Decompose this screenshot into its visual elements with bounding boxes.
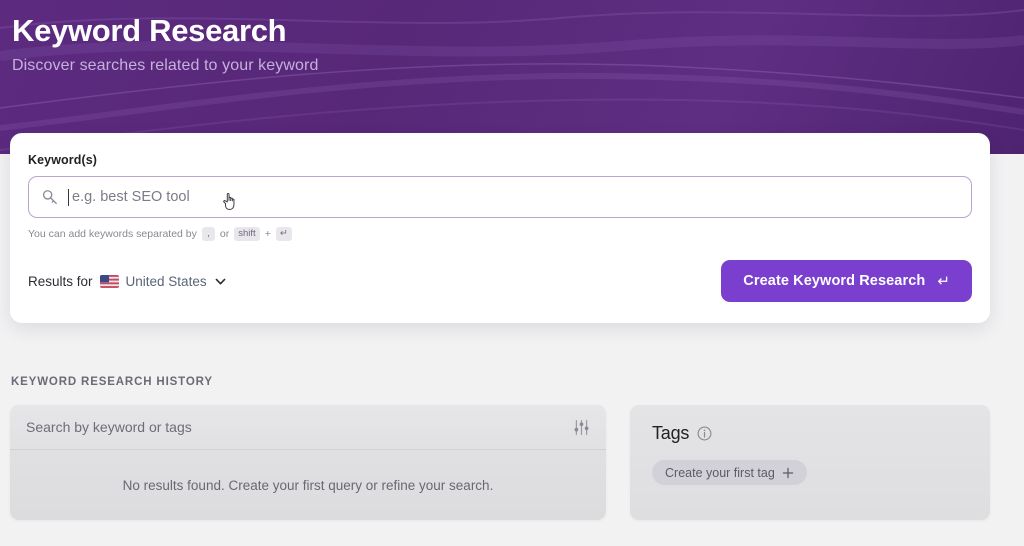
info-circle-icon[interactable]	[697, 426, 712, 441]
tags-title: Tags	[652, 423, 690, 443]
create-button-label: Create Keyword Research	[743, 273, 926, 289]
tags-panel: Tags Create your first tag	[630, 405, 990, 520]
history-search-input[interactable]: Search by keyword or tags	[26, 419, 192, 435]
sliders-filter-icon[interactable]	[573, 419, 590, 436]
create-first-tag-label: Create your first tag	[665, 465, 775, 480]
page-title: Keyword Research	[12, 13, 287, 48]
key-comma: ,	[201, 227, 215, 241]
country-selector[interactable]: Results for United States	[28, 274, 227, 289]
results-for-label: Results for	[28, 273, 93, 289]
keyword-helper-text: You can add keywords separated by , or s…	[28, 227, 972, 241]
key-enter: ↵	[275, 227, 292, 241]
enter-key-glyph: ↵	[937, 273, 950, 290]
results-row: Results for United States Create Keyword…	[28, 260, 972, 302]
tags-header: Tags	[652, 423, 968, 444]
keyword-input[interactable]: e.g. best SEO tool	[28, 176, 972, 218]
history-section-title: KEYWORD RESEARCH HISTORY	[11, 376, 213, 388]
page-header-banner: Keyword Research Discover searches relat…	[0, 0, 1024, 154]
mouse-pointer-hand-cursor	[223, 192, 235, 210]
keyword-research-history-panel: Search by keyword or tags No results fou…	[10, 405, 606, 520]
key-shift: shift	[234, 227, 260, 241]
plus-icon	[782, 467, 793, 478]
key-icon	[42, 189, 57, 204]
keyword-input-placeholder: e.g. best SEO tool	[72, 189, 190, 205]
history-empty-state: No results found. Create your first quer…	[122, 477, 494, 493]
keyword-search-card: Keyword(s) e.g. best SEO tool You can ad…	[10, 133, 990, 323]
selected-country-name: United States	[125, 273, 207, 289]
chevron-down-icon[interactable]	[214, 275, 227, 288]
page-subtitle: Discover searches related to your keywor…	[12, 57, 319, 74]
create-keyword-research-button[interactable]: Create Keyword Research ↵	[721, 260, 972, 302]
us-flag-icon	[99, 274, 119, 288]
keyword-field-label: Keyword(s)	[28, 153, 98, 167]
helper-conjunction: or	[219, 228, 230, 240]
helper-plus: +	[264, 228, 271, 240]
history-search-row[interactable]: Search by keyword or tags	[10, 405, 606, 450]
hero-text-block: Keyword Research Discover searches relat…	[12, 12, 318, 75]
create-first-tag-chip[interactable]: Create your first tag	[652, 460, 807, 485]
helper-prefix: You can add keywords separated by	[28, 228, 197, 240]
text-caret	[68, 188, 69, 206]
